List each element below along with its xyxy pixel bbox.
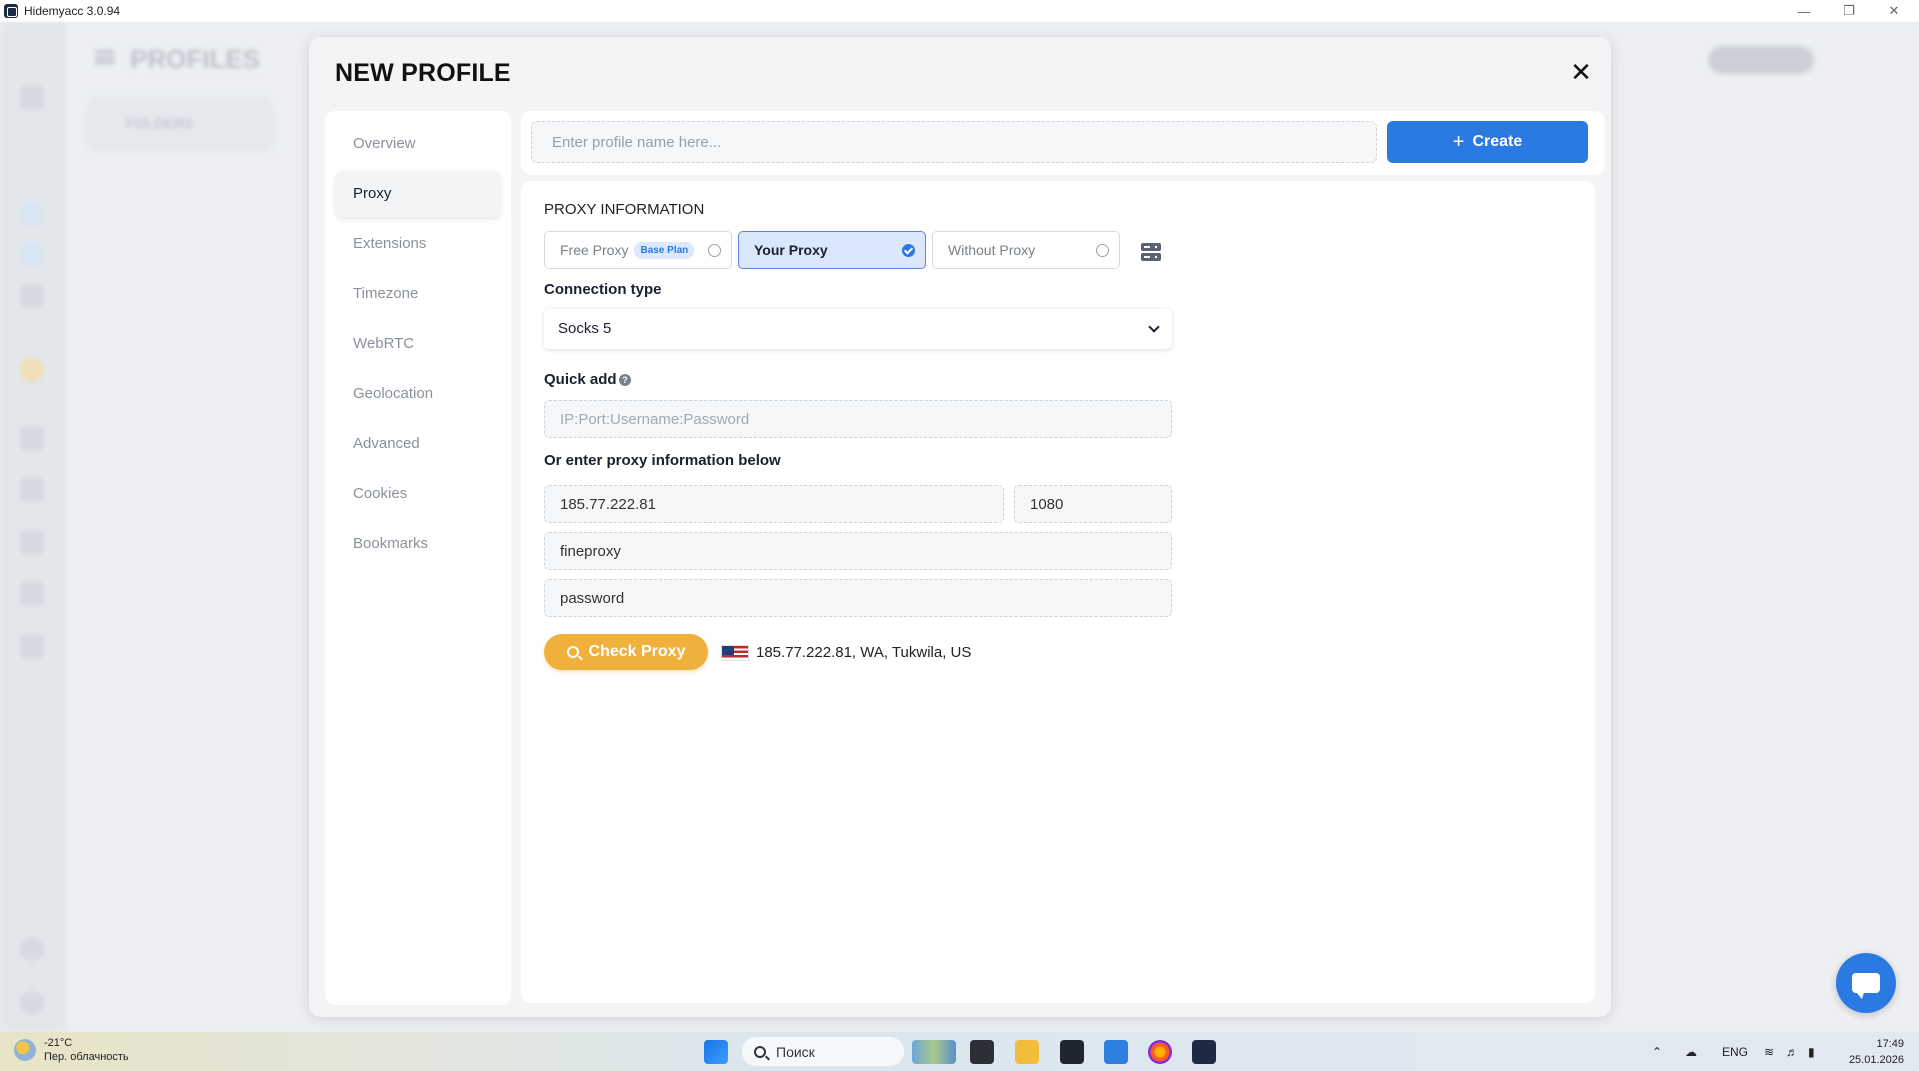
firefox-icon[interactable] bbox=[1148, 1040, 1172, 1064]
team-icon bbox=[20, 582, 44, 606]
new-profile-modal: NEW PROFILE ✕ Overview Proxy Extensions … bbox=[309, 37, 1611, 1017]
balance-pill bbox=[1708, 46, 1814, 74]
terminal-icon[interactable] bbox=[1060, 1040, 1084, 1064]
clock[interactable]: 17:49 25.01.2026 bbox=[1838, 1036, 1904, 1068]
create-button-label: Create bbox=[1472, 133, 1523, 150]
folder-icon bbox=[20, 242, 44, 266]
language-indicator[interactable]: ENG bbox=[1722, 1032, 1748, 1071]
radio-checked-icon bbox=[902, 244, 915, 257]
create-button[interactable]: + Create bbox=[1387, 121, 1588, 163]
profile-name-row: + Create bbox=[521, 111, 1605, 175]
us-flag-icon bbox=[721, 644, 749, 661]
proxy-check-result: 185.77.222.81, WA, Tukwila, US bbox=[721, 644, 971, 661]
nav-item-extensions[interactable]: Extensions bbox=[335, 221, 501, 267]
hidemyacc-icon[interactable] bbox=[1192, 1040, 1216, 1064]
chevron-down-icon bbox=[1148, 321, 1160, 333]
nav-item-proxy[interactable]: Proxy bbox=[335, 171, 501, 217]
battery-icon[interactable]: ▮ bbox=[1808, 1032, 1815, 1071]
proxy-username-input[interactable] bbox=[544, 532, 1172, 570]
nav-item-overview[interactable]: Overview bbox=[335, 121, 501, 167]
weather-widget[interactable]: -21°C Пер. облачность bbox=[14, 1036, 129, 1064]
restore-icon[interactable]: ❐ bbox=[1826, 0, 1872, 22]
proxy-option-your-proxy[interactable]: Your Proxy bbox=[738, 231, 926, 269]
taskbar-search-label: Поиск bbox=[776, 1043, 815, 1060]
wifi-icon[interactable]: ≋ bbox=[1764, 1032, 1774, 1071]
weather-temp: -21°C bbox=[44, 1037, 73, 1049]
avatar bbox=[20, 990, 44, 1014]
minimize-icon[interactable]: — bbox=[1781, 0, 1827, 22]
proxy-option-without-proxy[interactable]: Without Proxy bbox=[932, 231, 1120, 269]
nav-item-webrtc[interactable]: WebRTC bbox=[335, 321, 501, 367]
shop-icon bbox=[20, 358, 44, 382]
proxy-host-input[interactable] bbox=[544, 485, 1004, 523]
trash-icon bbox=[20, 530, 44, 554]
close-icon[interactable]: ✕ bbox=[1564, 55, 1598, 89]
proxy-option-label: Your Proxy bbox=[754, 242, 828, 258]
window-title: Hidemyacc 3.0.94 bbox=[24, 4, 121, 18]
nav-item-timezone[interactable]: Timezone bbox=[335, 271, 501, 317]
app-icon bbox=[4, 4, 18, 18]
tray-chevron-up-icon[interactable]: ⌃ bbox=[1652, 1032, 1662, 1071]
connection-type-value: Socks 5 bbox=[558, 320, 612, 337]
proxy-port-input[interactable] bbox=[1014, 485, 1172, 523]
proxy-option-label: Free Proxy bbox=[560, 242, 629, 258]
plus-icon: + bbox=[1452, 131, 1465, 153]
radio-unchecked-icon bbox=[1096, 244, 1109, 257]
chat-support-button[interactable] bbox=[1836, 953, 1896, 1013]
nav-item-geolocation[interactable]: Geolocation bbox=[335, 371, 501, 417]
nav-item-advanced[interactable]: Advanced bbox=[335, 421, 501, 467]
proxy-option-label: Without Proxy bbox=[948, 242, 1036, 258]
taskbar-search[interactable]: Поиск bbox=[742, 1037, 904, 1066]
folders-panel: FOLDERS bbox=[86, 98, 274, 152]
api-icon bbox=[20, 426, 44, 450]
proxy-panel: PROXY INFORMATION Free Proxy Base Plan Y… bbox=[521, 181, 1595, 1003]
file-explorer-icon[interactable] bbox=[1015, 1040, 1039, 1064]
proxy-option-free[interactable]: Free Proxy Base Plan bbox=[544, 231, 732, 269]
hamburger-icon bbox=[95, 50, 115, 64]
search-icon bbox=[754, 1045, 766, 1058]
profile-name-input[interactable] bbox=[531, 121, 1377, 163]
check-proxy-button[interactable]: Check Proxy bbox=[544, 634, 708, 670]
connection-type-select[interactable]: Socks 5 bbox=[544, 309, 1172, 349]
clock-time: 17:49 bbox=[1876, 1038, 1904, 1050]
proxy-location-text: 185.77.222.81, WA, Tukwila, US bbox=[756, 644, 972, 661]
base-plan-badge: Base Plan bbox=[634, 241, 695, 259]
cloud-icon[interactable]: ☁ bbox=[1685, 1032, 1697, 1071]
chat-icon bbox=[1852, 973, 1880, 999]
proxy-section-title: PROXY INFORMATION bbox=[544, 201, 705, 218]
manual-proxy-label: Or enter proxy information below bbox=[544, 452, 781, 469]
profile-settings-nav: Overview Proxy Extensions Timezone WebRT… bbox=[325, 111, 511, 1005]
connection-type-label: Connection type bbox=[544, 281, 662, 298]
page-title: PROFILES bbox=[130, 44, 261, 74]
window-close-icon[interactable]: ✕ bbox=[1871, 0, 1917, 22]
volume-icon[interactable]: ♬ bbox=[1786, 1032, 1798, 1071]
check-proxy-label: Check Proxy bbox=[588, 643, 686, 660]
modal-title: NEW PROFILE bbox=[335, 59, 511, 87]
weather-icon bbox=[14, 1039, 36, 1061]
quick-add-label: Quick add bbox=[544, 371, 617, 388]
users-icon bbox=[20, 284, 44, 308]
radio-unchecked-icon bbox=[708, 244, 721, 257]
search-icon bbox=[566, 646, 579, 658]
logo-icon bbox=[20, 86, 44, 110]
proxy-password-input[interactable] bbox=[544, 579, 1172, 617]
nav-item-bookmarks[interactable]: Bookmarks bbox=[335, 521, 501, 567]
quick-add-input[interactable] bbox=[544, 400, 1172, 438]
proxy-list-icon[interactable] bbox=[1141, 243, 1161, 261]
nav-item-cookies[interactable]: Cookies bbox=[335, 471, 501, 517]
snipping-tool-icon[interactable] bbox=[1104, 1040, 1128, 1064]
task-view-icon[interactable] bbox=[970, 1040, 994, 1064]
profiles-icon bbox=[20, 202, 44, 226]
automation-icon bbox=[20, 478, 44, 502]
clock-date: 25.01.2026 bbox=[1848, 1054, 1904, 1066]
background-sidebar bbox=[0, 22, 66, 1032]
help-icon bbox=[20, 938, 44, 962]
weather-desc: Пер. облачность bbox=[44, 1051, 129, 1063]
question-icon[interactable]: ? bbox=[619, 374, 631, 386]
widgets-icon[interactable] bbox=[912, 1040, 956, 1064]
window-title-bar: Hidemyacc 3.0.94 — ❐ ✕ bbox=[0, 0, 1919, 22]
start-icon[interactable] bbox=[704, 1040, 728, 1064]
settings-icon bbox=[20, 634, 44, 658]
windows-taskbar: -21°C Пер. облачность Поиск ⌃ ☁ ENG ≋ ♬ … bbox=[0, 1032, 1919, 1071]
